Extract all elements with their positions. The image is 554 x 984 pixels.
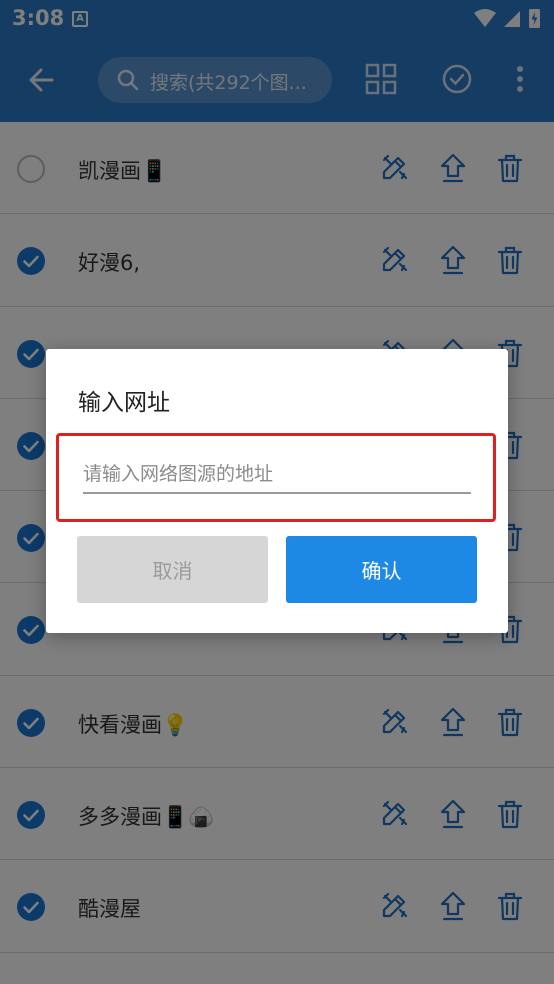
url-dialog: 输入网址 取消 确认 — [46, 349, 508, 633]
confirm-button[interactable]: 确认 — [286, 536, 477, 603]
url-input[interactable] — [83, 456, 471, 494]
dialog-title: 输入网址 — [78, 390, 170, 416]
cancel-button[interactable]: 取消 — [77, 536, 268, 603]
